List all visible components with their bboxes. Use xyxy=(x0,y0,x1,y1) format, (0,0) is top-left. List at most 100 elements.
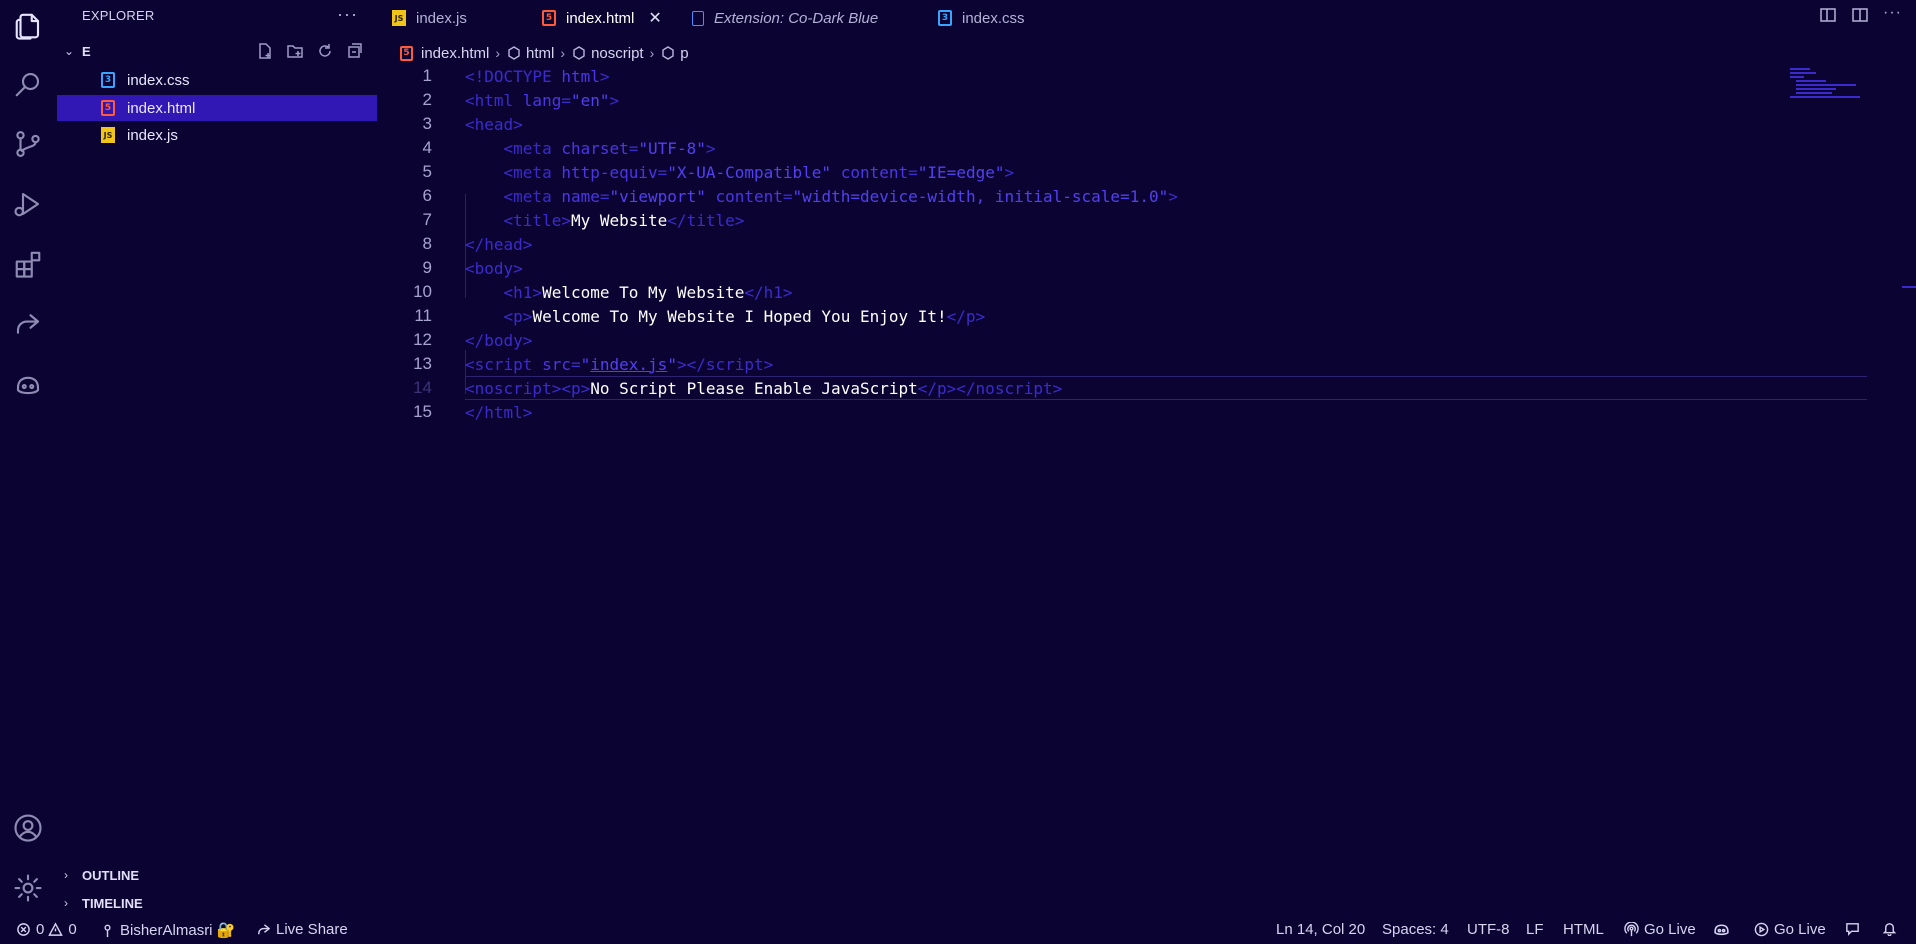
code-line: 3 <head> xyxy=(378,112,1778,136)
extensions-icon[interactable] xyxy=(8,244,48,284)
account-status[interactable]: BisherAlmasri 🔐 xyxy=(100,921,235,939)
code-line: 15 </html> xyxy=(378,400,1778,424)
refresh-icon[interactable] xyxy=(316,42,334,60)
encoding-status[interactable]: UTF-8 xyxy=(1467,921,1510,938)
code-line: 4 <meta charset="UTF-8"> xyxy=(378,136,1778,160)
minimap[interactable] xyxy=(1786,64,1902,104)
split-editor-icon[interactable] xyxy=(1851,6,1869,24)
breadcrumb-html[interactable]: html xyxy=(526,45,554,62)
code-line: 7 <title>My Website</title> xyxy=(378,208,1778,232)
line-number: 9 xyxy=(422,258,432,277)
feedback-icon xyxy=(1846,923,1859,936)
go-live-button-2[interactable]: Go Live xyxy=(1754,921,1826,938)
cursor-position[interactable]: Ln 14, Col 20 xyxy=(1276,921,1365,938)
tab-label: Extension: Co-Dark Blue xyxy=(714,9,879,27)
copilot-icon[interactable] xyxy=(8,364,48,404)
file-name: index.js xyxy=(127,126,178,144)
status-bar: 0 0 BisherAlmasri 🔐 Live Share Ln 14, Co… xyxy=(0,916,1916,944)
tab-label: index.css xyxy=(962,9,1025,27)
file-icon xyxy=(692,10,704,26)
copilot-icon xyxy=(1714,924,1729,936)
collapse-all-icon[interactable] xyxy=(346,42,364,60)
warning-icon xyxy=(48,922,64,936)
chevron-down-icon: ⌄ xyxy=(64,44,75,58)
source-control-icon[interactable] xyxy=(8,124,48,164)
outline-panel-header[interactable]: › OUTLINE xyxy=(56,864,378,888)
go-live-label: Go Live xyxy=(1774,921,1826,938)
script-src[interactable]: index.js xyxy=(590,355,667,374)
line-number: 3 xyxy=(422,114,432,133)
live-share-label: Live Share xyxy=(276,921,348,938)
chevron-right-icon: › xyxy=(495,45,501,61)
explorer-icon[interactable] xyxy=(8,6,48,46)
settings-gear-icon[interactable] xyxy=(8,868,48,908)
line-number: 1 xyxy=(422,66,432,85)
line-number: 7 xyxy=(422,210,432,229)
breadcrumb-p[interactable]: p xyxy=(680,45,688,62)
timeline-panel-header[interactable]: › TIMELINE xyxy=(56,892,378,916)
scroll-position-marker xyxy=(1902,286,1916,288)
code-line-current: 14 <noscript><p>No Script Please Enable … xyxy=(413,376,1867,400)
code-line: 5 <meta http-equiv="X-UA-Compatible" con… xyxy=(378,160,1778,184)
html-file-icon: 5 xyxy=(400,45,413,61)
file-item-index-html[interactable]: 5 index.html xyxy=(57,95,377,121)
symbol-icon xyxy=(662,46,674,60)
folder-header[interactable]: ⌄ E xyxy=(56,42,378,64)
line-number: 5 xyxy=(422,162,432,181)
code-line: 13 <script src="index.js"></script> xyxy=(378,352,1778,376)
eol-status[interactable]: LF xyxy=(1526,921,1544,938)
error-count: 0 xyxy=(36,921,45,938)
language-mode[interactable]: HTML xyxy=(1563,921,1604,938)
tab-index-css[interactable]: 3 index.css xyxy=(938,0,1025,36)
tab-index-js[interactable]: JS index.js xyxy=(392,0,467,36)
cursor-position-text: Ln 14, Col 20 xyxy=(1276,921,1366,938)
breadcrumb: 5 index.html › html › noscript › p xyxy=(400,42,689,64)
line-number: 13 xyxy=(413,354,432,373)
outline-label: OUTLINE xyxy=(82,868,140,883)
spaces-text: Spaces: 4 xyxy=(1382,921,1449,938)
code-editor[interactable]: 1 <!DOCTYPE html> 2 <html lang="en"> 3 <… xyxy=(378,64,1867,854)
live-share-icon xyxy=(258,924,271,935)
code-line: 10 <h1>Welcome To My Website</h1> xyxy=(378,280,1778,304)
bell-icon xyxy=(1882,923,1897,936)
breadcrumb-file[interactable]: index.html xyxy=(421,45,489,62)
file-item-index-js[interactable]: JS index.js xyxy=(57,122,377,148)
new-file-icon[interactable] xyxy=(256,42,274,60)
file-name: index.css xyxy=(127,71,190,89)
more-actions-icon[interactable]: ··· xyxy=(337,4,358,25)
feedback-icon[interactable] xyxy=(1845,921,1865,936)
more-actions-icon[interactable]: ··· xyxy=(1883,4,1902,24)
live-share-status[interactable]: Live Share xyxy=(256,921,348,938)
code-line: 6 <meta name="viewport" content="width=d… xyxy=(378,184,1778,208)
js-file-icon: JS xyxy=(392,10,406,26)
symbol-icon xyxy=(573,46,585,60)
folder-name: E xyxy=(82,44,91,59)
code-line: 1 <!DOCTYPE html> xyxy=(378,64,1778,88)
code-line: 2 <html lang="en"> xyxy=(378,88,1778,112)
problems-status[interactable]: 0 0 xyxy=(16,921,77,938)
code-line: 12 </body> xyxy=(378,328,1778,352)
chevron-right-icon: › xyxy=(64,868,68,882)
go-live-button[interactable]: Go Live xyxy=(1624,921,1696,938)
notifications-icon[interactable] xyxy=(1882,921,1902,936)
tab-label: index.js xyxy=(416,9,467,27)
indentation-status[interactable]: Spaces: 4 xyxy=(1382,921,1449,938)
search-icon[interactable] xyxy=(8,64,48,104)
live-share-icon[interactable] xyxy=(8,304,48,344)
line-number: 2 xyxy=(422,90,432,109)
code-line: 11 <p>Welcome To My Website I Hoped You … xyxy=(378,304,1778,328)
line-number: 10 xyxy=(413,282,432,301)
account-icon[interactable] xyxy=(8,808,48,848)
run-debug-icon[interactable] xyxy=(8,184,48,224)
breadcrumb-noscript[interactable]: noscript xyxy=(591,45,644,62)
copilot-status[interactable] xyxy=(1713,921,1735,938)
tab-index-html[interactable]: 5 index.html ✕ xyxy=(542,0,662,36)
explorer-title: EXPLORER xyxy=(82,8,155,23)
tab-extension-co-dark-blue[interactable]: Extension: Co-Dark Blue xyxy=(692,0,878,36)
line-number: 6 xyxy=(422,186,432,205)
css-file-icon: 3 xyxy=(938,10,952,26)
file-item-index-css[interactable]: 3 index.css xyxy=(57,67,377,93)
close-icon[interactable]: ✕ xyxy=(648,8,661,28)
new-folder-icon[interactable] xyxy=(286,42,304,60)
open-preview-icon[interactable] xyxy=(1819,6,1837,24)
